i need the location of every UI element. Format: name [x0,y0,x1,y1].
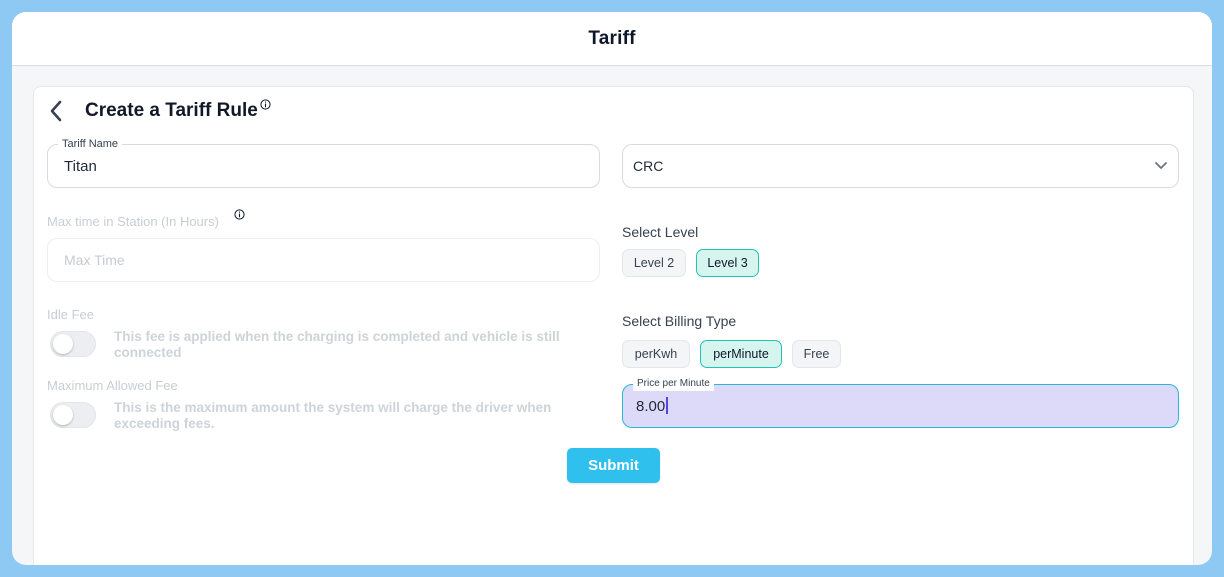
max-time-input[interactable]: Max Time [47,238,600,282]
perminute-chip[interactable]: perMinute [700,340,782,368]
page-title: Tariff [588,27,636,49]
select-level-label: Select Level [622,224,699,240]
max-time-placeholder: Max Time [64,252,125,268]
currency-select[interactable]: CRC [622,144,1179,188]
text-caret [666,397,668,414]
price-per-minute-input[interactable]: Price per Minute 8.00 [622,377,1179,428]
level-3-chip[interactable]: Level 3 [696,249,759,277]
app-window: Tariff Create a Tariff Rule Tariff Name … [12,12,1212,565]
idle-fee-toggle[interactable] [50,331,96,357]
currency-value: CRC [633,158,664,174]
max-time-label: Max time in Station (In Hours) [47,214,219,229]
info-icon[interactable] [234,209,245,220]
info-icon[interactable] [260,99,271,110]
tariff-name-field[interactable]: Tariff Name Titan [47,137,600,188]
toggle-knob [53,334,73,354]
idle-fee-label: Idle Fee [47,307,94,322]
free-chip[interactable]: Free [792,340,841,368]
submit-button[interactable]: Submit [567,448,660,483]
top-bar: Tariff [12,12,1212,66]
back-arrow-icon [50,100,62,122]
tariff-rule-card: Create a Tariff Rule Tariff Name Titan C… [33,86,1194,565]
idle-fee-description: This fee is applied when the charging is… [114,329,560,360]
chevron-down-icon [1154,158,1168,177]
price-value-wrap: 8.00 [636,397,668,415]
price-label: Price per Minute [633,377,714,391]
back-button[interactable] [46,99,66,123]
form-title: Create a Tariff Rule [85,100,258,121]
perkwh-chip[interactable]: perKwh [622,340,690,368]
level-2-chip[interactable]: Level 2 [622,249,686,277]
toggle-knob [53,405,73,425]
tariff-name-value: Titan [64,157,97,175]
max-fee-description: This is the maximum amount the system wi… [114,400,552,431]
billing-type-label: Select Billing Type [622,313,737,329]
max-fee-toggle[interactable] [50,402,96,428]
max-fee-label: Maximum Allowed Fee [47,378,178,393]
price-value: 8.00 [636,398,666,415]
